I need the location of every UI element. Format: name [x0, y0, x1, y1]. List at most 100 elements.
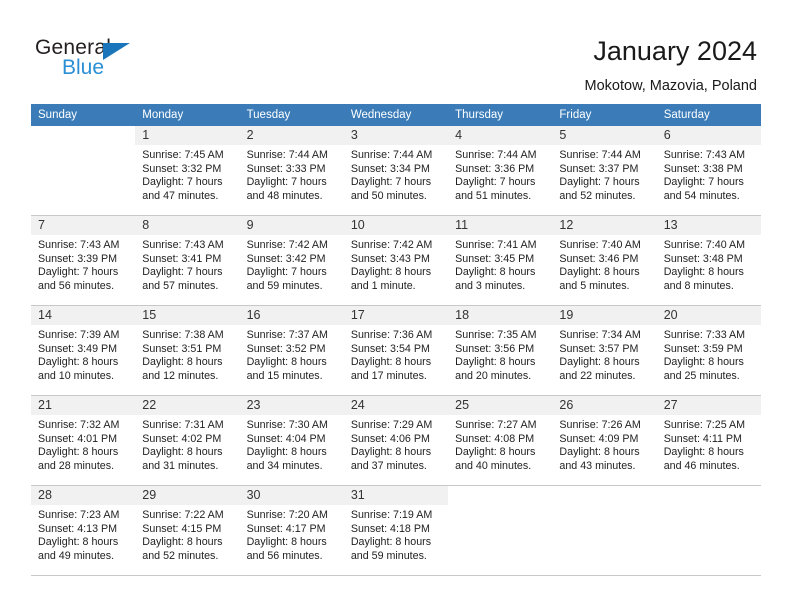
day-cell-content: 13 Sunrise: 7:40 AM Sunset: 3:48 PM Dayligh… — [656, 216, 761, 305]
calendar-day-cell[interactable]: 30 Sunrise: 7:20 AM Sunset: 4:17 PM Dayligh… — [239, 485, 344, 576]
sunrise-text: Sunrise: 7:29 AM — [350, 419, 433, 431]
daylight-text-line1: Daylight: 8 hours — [350, 266, 432, 279]
day-number: 17 — [343, 306, 449, 325]
day-details: Sunrise: 7:43 AM Sunset: 3:38 PM Daylight:… — [657, 145, 761, 203]
day-details: Sunrise: 7:36 AM Sunset: 3:54 PM Daylight:… — [344, 325, 448, 383]
calendar-week-row: 1 Sunrise: 7:45 AM Sunset: 3:32 PM Daylight… — [31, 126, 761, 216]
daylight-text-line1: Daylight: 8 hours — [663, 446, 744, 459]
calendar-day-cell[interactable]: 17 Sunrise: 7:36 AM Sunset: 3:54 PM Dayligh… — [343, 305, 449, 396]
day-number: 7 — [31, 216, 136, 235]
day-cell-content: 29 Sunrise: 7:22 AM Sunset: 4:15 PM Dayligh… — [135, 486, 240, 575]
sunrise-text: Sunrise: 7:32 AM — [38, 419, 120, 431]
day-cell-content: 12 Sunrise: 7:40 AM Sunset: 3:46 PM Dayligh… — [552, 216, 657, 305]
daylight-text-line1: Daylight: 7 hours — [246, 266, 327, 279]
empty-placeholder — [31, 126, 135, 215]
calendar-day-cell[interactable]: 15 Sunrise: 7:38 AM Sunset: 3:51 PM Dayligh… — [135, 305, 240, 396]
daylight-text-line2: and 56 minutes. — [38, 279, 115, 292]
daylight-text-line2: and 48 minutes. — [246, 189, 323, 202]
calendar-day-cell[interactable]: 2 Sunrise: 7:44 AM Sunset: 3:33 PM Daylight… — [239, 126, 344, 216]
daylight-text-line2: and 49 minutes. — [38, 549, 115, 562]
sunset-text: Sunset: 4:08 PM — [455, 432, 535, 445]
calendar-day-cell[interactable]: 27 Sunrise: 7:25 AM Sunset: 4:11 PM Dayligh… — [656, 395, 761, 486]
daylight-text-line1: Daylight: 8 hours — [142, 446, 223, 459]
day-cell-content: 31 Sunrise: 7:19 AM Sunset: 4:18 PM Dayligh… — [343, 486, 449, 575]
calendar-day-cell[interactable]: 20 Sunrise: 7:33 AM Sunset: 3:59 PM Dayligh… — [656, 305, 761, 396]
sunrise-text: Sunrise: 7:44 AM — [350, 149, 433, 161]
day-number: 19 — [552, 306, 657, 325]
day-cell-content: 19 Sunrise: 7:34 AM Sunset: 3:57 PM Dayligh… — [552, 306, 657, 395]
daylight-text-line1: Daylight: 7 hours — [350, 176, 432, 189]
calendar-day-cell[interactable]: 6 Sunrise: 7:43 AM Sunset: 3:38 PM Daylight… — [656, 126, 761, 216]
logo-text-blue: Blue — [62, 56, 105, 79]
calendar-day-cell[interactable]: 19 Sunrise: 7:34 AM Sunset: 3:57 PM Dayligh… — [552, 305, 657, 396]
day-cell-content: 26 Sunrise: 7:26 AM Sunset: 4:09 PM Dayligh… — [552, 396, 657, 485]
daylight-text-line2: and 17 minutes. — [350, 369, 427, 382]
day-number: 24 — [343, 396, 449, 415]
daylight-text-line2: and 25 minutes. — [663, 369, 740, 382]
calendar-day-cell[interactable]: 16 Sunrise: 7:37 AM Sunset: 3:52 PM Dayligh… — [239, 305, 344, 396]
calendar-day-cell[interactable]: 5 Sunrise: 7:44 AM Sunset: 3:37 PM Daylight… — [552, 126, 657, 216]
daylight-text-line1: Daylight: 8 hours — [246, 446, 327, 459]
day-details: Sunrise: 7:32 AM Sunset: 4:01 PM Daylight:… — [31, 415, 135, 473]
calendar-day-cell[interactable]: 11 Sunrise: 7:41 AM Sunset: 3:45 PM Dayligh… — [448, 215, 553, 306]
day-cell-content: 24 Sunrise: 7:29 AM Sunset: 4:06 PM Dayligh… — [343, 396, 449, 485]
day-details: Sunrise: 7:37 AM Sunset: 3:52 PM Daylight:… — [240, 325, 344, 383]
sunrise-text: Sunrise: 7:44 AM — [455, 149, 537, 161]
day-details: Sunrise: 7:40 AM Sunset: 3:48 PM Daylight:… — [657, 235, 761, 293]
logo-triangle-icon — [103, 43, 130, 60]
calendar-day-cell[interactable]: 4 Sunrise: 7:44 AM Sunset: 3:36 PM Daylight… — [448, 126, 553, 216]
calendar-day-cell[interactable]: 26 Sunrise: 7:26 AM Sunset: 4:09 PM Dayligh… — [552, 395, 657, 486]
calendar-day-cell[interactable]: 14 Sunrise: 7:39 AM Sunset: 3:49 PM Dayligh… — [31, 305, 136, 396]
sunset-text: Sunset: 4:18 PM — [350, 522, 430, 535]
day-cell-content: 21 Sunrise: 7:32 AM Sunset: 4:01 PM Dayligh… — [31, 396, 136, 485]
day-cell-content: 18 Sunrise: 7:35 AM Sunset: 3:56 PM Dayligh… — [448, 306, 553, 395]
calendar-day-cell[interactable]: 22 Sunrise: 7:31 AM Sunset: 4:02 PM Dayligh… — [135, 395, 240, 486]
calendar-day-cell[interactable]: 10 Sunrise: 7:42 AM Sunset: 3:43 PM Dayligh… — [343, 215, 449, 306]
sunset-text: Sunset: 3:37 PM — [559, 162, 639, 175]
sunrise-text: Sunrise: 7:40 AM — [663, 239, 746, 251]
day-details: Sunrise: 7:44 AM Sunset: 3:36 PM Daylight:… — [448, 145, 552, 203]
calendar-day-cell[interactable]: 31 Sunrise: 7:19 AM Sunset: 4:18 PM Dayligh… — [343, 485, 449, 576]
daylight-text-line2: and 47 minutes. — [142, 189, 219, 202]
day-details: Sunrise: 7:25 AM Sunset: 4:11 PM Daylight:… — [657, 415, 761, 473]
calendar-day-cell[interactable]: 9 Sunrise: 7:42 AM Sunset: 3:42 PM Daylight… — [239, 215, 344, 306]
calendar-day-cell[interactable]: 24 Sunrise: 7:29 AM Sunset: 4:06 PM Dayligh… — [343, 395, 449, 486]
calendar-day-cell[interactable]: 18 Sunrise: 7:35 AM Sunset: 3:56 PM Dayligh… — [448, 305, 553, 396]
empty-placeholder — [448, 486, 552, 575]
calendar-table: Sunday Monday Tuesday Wednesday Thursday… — [31, 104, 761, 576]
calendar-day-cell[interactable]: 8 Sunrise: 7:43 AM Sunset: 3:41 PM Daylight… — [135, 215, 240, 306]
calendar-day-cell[interactable]: 13 Sunrise: 7:40 AM Sunset: 3:48 PM Dayligh… — [656, 215, 761, 306]
day-cell-content: 8 Sunrise: 7:43 AM Sunset: 3:41 PM Daylight… — [135, 216, 240, 305]
calendar-day-cell[interactable]: 12 Sunrise: 7:40 AM Sunset: 3:46 PM Dayligh… — [552, 215, 657, 306]
calendar-header-row: Sunday Monday Tuesday Wednesday Thursday… — [31, 104, 761, 126]
sunset-text: Sunset: 3:43 PM — [350, 252, 430, 265]
calendar-day-cell[interactable]: 21 Sunrise: 7:32 AM Sunset: 4:01 PM Dayligh… — [31, 395, 136, 486]
calendar-day-cell[interactable]: 25 Sunrise: 7:27 AM Sunset: 4:08 PM Dayligh… — [448, 395, 553, 486]
daylight-text-line2: and 37 minutes. — [350, 459, 427, 472]
day-cell-content: 30 Sunrise: 7:20 AM Sunset: 4:17 PM Dayligh… — [239, 486, 344, 575]
day-number: 20 — [656, 306, 761, 325]
sunset-text: Sunset: 4:06 PM — [350, 432, 430, 445]
calendar-day-cell[interactable]: 23 Sunrise: 7:30 AM Sunset: 4:04 PM Dayligh… — [239, 395, 344, 486]
calendar-empty-cell — [31, 126, 136, 216]
day-number: 3 — [343, 126, 449, 145]
calendar-day-cell[interactable]: 3 Sunrise: 7:44 AM Sunset: 3:34 PM Daylight… — [343, 126, 449, 216]
sunset-text: Sunset: 4:01 PM — [38, 432, 118, 445]
day-number: 11 — [448, 216, 553, 235]
daylight-text-line2: and 3 minutes. — [455, 279, 526, 292]
sunrise-text: Sunrise: 7:44 AM — [559, 149, 641, 161]
daylight-text-line2: and 54 minutes. — [663, 189, 740, 202]
sunrise-text: Sunrise: 7:43 AM — [38, 239, 120, 251]
calendar-day-cell[interactable]: 7 Sunrise: 7:43 AM Sunset: 3:39 PM Daylight… — [31, 215, 136, 306]
sunrise-text: Sunrise: 7:30 AM — [246, 419, 328, 431]
daylight-text-line1: Daylight: 8 hours — [350, 356, 432, 369]
calendar-day-cell[interactable]: 28 Sunrise: 7:23 AM Sunset: 4:13 PM Dayligh… — [31, 485, 136, 576]
sunrise-text: Sunrise: 7:36 AM — [350, 329, 433, 341]
calendar-week-row: 14 Sunrise: 7:39 AM Sunset: 3:49 PM Dayligh… — [31, 305, 761, 396]
calendar-day-cell[interactable]: 1 Sunrise: 7:45 AM Sunset: 3:32 PM Daylight… — [135, 126, 240, 216]
day-number: 12 — [552, 216, 657, 235]
day-number: 31 — [343, 486, 449, 505]
day-details: Sunrise: 7:44 AM Sunset: 3:37 PM Daylight:… — [552, 145, 656, 203]
daylight-text-line2: and 52 minutes. — [142, 549, 219, 562]
calendar-day-cell[interactable]: 29 Sunrise: 7:22 AM Sunset: 4:15 PM Dayligh… — [135, 485, 240, 576]
